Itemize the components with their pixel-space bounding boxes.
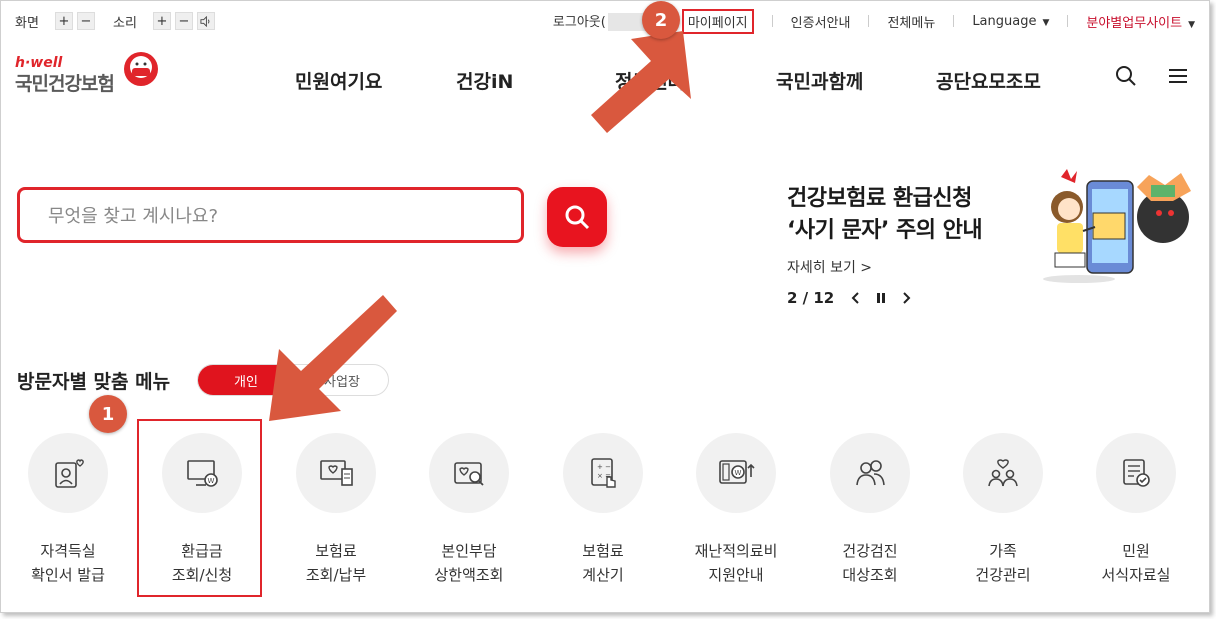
quick-item-icon-wrap (296, 433, 376, 513)
screen-label: 화면 (15, 15, 39, 31)
quick-item-label-line2: 상한액조회 (434, 566, 504, 584)
quick-item-checkup-target[interactable]: 건강검진대상조회 (805, 433, 935, 587)
banner-title-line2: ‘사기 문자’ 주의 안내 (787, 218, 983, 243)
sound-label: 소리 (113, 15, 137, 31)
screen-zoom-control: 화면 + − (15, 9, 95, 33)
annotation-arrow-2 (591, 31, 691, 133)
won-support-icon: W (719, 460, 755, 484)
search-button[interactable] (547, 187, 607, 247)
quick-item-family-health[interactable]: 가족건강관리 (938, 433, 1068, 587)
quick-item-label-line2: 지원안내 (708, 566, 764, 584)
quick-item-label-line1: 재난적의료비 (694, 542, 778, 560)
quick-item-icon-wrap (429, 433, 509, 513)
field-sites-select[interactable]: 분야별업무사이트 ▼ (1086, 12, 1195, 31)
quick-item-premium-calculator[interactable]: + − × = 보험료계산기 (538, 433, 668, 587)
all-menu-link[interactable]: 전체메뉴 (887, 12, 935, 31)
banner-controls: 2 / 12 (787, 289, 982, 307)
quick-item-form-library[interactable]: 민원서식자료실 (1071, 433, 1201, 587)
quick-item-label-line2: 건강관리 (975, 566, 1031, 584)
nav-about[interactable]: 공단요모조모 (936, 67, 1041, 94)
annotation-badge-2: 2 (642, 1, 680, 39)
pause-icon[interactable] (876, 291, 886, 305)
quick-item-label-line2: 확인서 발급 (31, 566, 105, 584)
banner-title-line1: 건강보험료 환급신청 (787, 186, 972, 211)
family-heart-icon (988, 459, 1018, 487)
field-sites-label: 분야별업무사이트 (1086, 15, 1183, 31)
cert-guide-link[interactable]: 인증서안내 (791, 12, 851, 31)
chevron-left-icon[interactable] (850, 291, 860, 305)
search-icon[interactable] (1115, 65, 1137, 87)
svg-text:W: W (735, 469, 742, 477)
language-select[interactable]: Language ▼ (972, 14, 1049, 29)
nav-civil-service[interactable]: 민원여기요 (295, 67, 382, 94)
calculator-icon: + −× = (591, 458, 616, 488)
quick-item-label-line1: 보험료 (315, 542, 357, 560)
id-card-heart-icon (55, 459, 84, 488)
search-input[interactable]: 무엇을 찾고 계시나요? (17, 187, 524, 243)
scam-warning-illustration (1043, 169, 1191, 283)
quick-item-label-line1: 건강검진 (842, 542, 898, 560)
svg-text:+ −: + − (597, 463, 611, 471)
quick-item-label-line2: 계산기 (582, 566, 624, 584)
divider (771, 15, 773, 27)
quick-item-icon-wrap: + − × = (563, 433, 643, 513)
divider (953, 15, 955, 27)
screen-zoom-in-button[interactable]: + (54, 12, 73, 30)
sound-up-button[interactable]: + (152, 12, 171, 30)
people-checkup-icon (856, 460, 885, 486)
language-label: Language (972, 13, 1037, 29)
highlight-box-refund (137, 419, 262, 597)
browser-frame: 화면 + − 소리 + − 로그아웃( 마이페이지 인증서안내 전체메뉴 Lan… (0, 0, 1210, 613)
annotation-arrow-1 (269, 295, 397, 421)
quick-item-label-line1: 가족 (989, 542, 1017, 560)
annotation-badge-1: 1 (89, 395, 127, 433)
search-icon (565, 205, 590, 230)
menu-icon[interactable] (1167, 65, 1189, 87)
divider (868, 15, 870, 27)
banner-counter: 2 / 12 (787, 289, 835, 307)
nav-health-in[interactable]: 건강iN (456, 67, 513, 94)
quick-item-label-line2: 조회/납부 (305, 566, 367, 584)
quick-item-icon-wrap (1096, 433, 1176, 513)
caret-down-icon: ▼ (1042, 17, 1050, 28)
quick-item-qualification[interactable]: 자격득실확인서 발급 (3, 433, 133, 587)
divider (1067, 15, 1069, 27)
quick-item-label-line1: 자격득실 (40, 542, 96, 560)
document-check-icon (1123, 459, 1150, 487)
quick-item-icon-wrap (28, 433, 108, 513)
quick-item-label-line1: 보험료 (582, 542, 624, 560)
quick-item-copay-limit[interactable]: 본인부담상한액조회 (404, 433, 534, 587)
quick-item-label-line1: 본인부담 (441, 542, 497, 560)
quick-item-label-line2: 대상조회 (842, 566, 898, 584)
quick-item-premium-payment[interactable]: 보험료조회/납부 (271, 433, 401, 587)
sound-control: 소리 + − (113, 9, 215, 33)
monitor-receipt-icon (320, 460, 353, 486)
quick-item-catastrophic-support[interactable]: W 재난적의료비지원안내 (671, 433, 801, 587)
quick-item-label-line2: 서식자료실 (1101, 566, 1171, 584)
screen-zoom-out-button[interactable]: − (76, 12, 95, 30)
sound-down-button[interactable]: − (174, 12, 193, 30)
notice-banner: 건강보험료 환급신청 ‘사기 문자’ 주의 안내 자세히 보기 > 2 / 12 (787, 183, 983, 307)
quick-item-icon-wrap (963, 433, 1043, 513)
speaker-icon[interactable] (196, 12, 215, 30)
heart-search-icon (454, 462, 484, 486)
quick-item-icon-wrap: W (696, 433, 776, 513)
quick-item-icon-wrap (830, 433, 910, 513)
nav-with-public[interactable]: 국민과함께 (776, 67, 863, 94)
header-actions (1115, 65, 1189, 87)
visitor-menu-title: 방문자별 맞춤 메뉴 (17, 371, 171, 393)
chevron-right-icon[interactable] (902, 291, 912, 305)
caret-down-icon: ▼ (1188, 19, 1195, 30)
banner-more-link[interactable]: 자세히 보기 > (787, 257, 982, 277)
quick-item-label-line1: 민원 (1122, 542, 1150, 560)
